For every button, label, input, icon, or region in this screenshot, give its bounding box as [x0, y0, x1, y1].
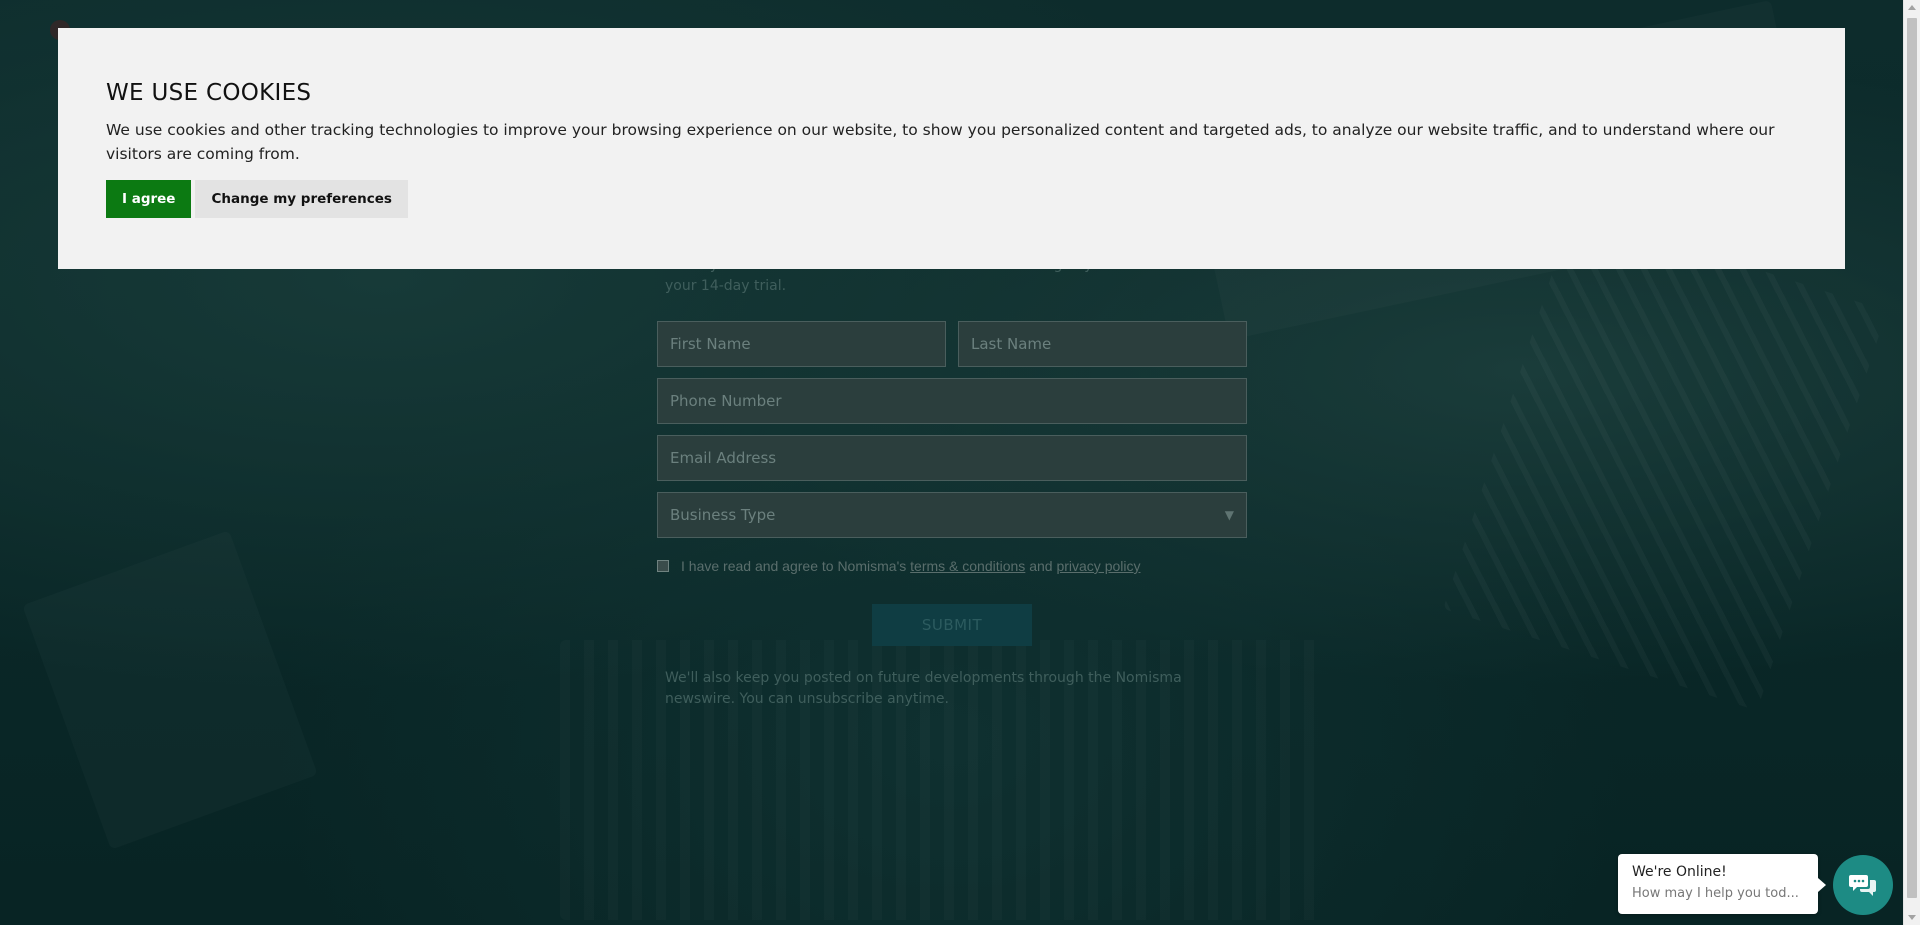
- chat-icon: [1849, 875, 1876, 896]
- email-address-placeholder: Email Address: [670, 449, 777, 467]
- scrollbar-thumb[interactable]: [1907, 18, 1917, 898]
- chat-title: We're Online!: [1632, 864, 1727, 880]
- scroll-up-arrow-icon[interactable]: [1908, 5, 1916, 10]
- chat-greeting-bubble[interactable]: We're Online! How may I help you tod...: [1618, 854, 1826, 914]
- trial-signup-form: Share your details and we'll be in touch…: [657, 255, 1247, 710]
- first-name-placeholder: First Name: [670, 335, 751, 353]
- business-type-placeholder: Business Type: [670, 506, 776, 524]
- chevron-down-icon: ▼: [1224, 508, 1234, 522]
- chat-launcher-button[interactable]: [1833, 855, 1893, 915]
- background-shape: [22, 530, 318, 850]
- business-type-select[interactable]: Business Type ▼: [657, 492, 1247, 538]
- consent-prefix: I have read and agree to Nomisma's: [681, 558, 907, 574]
- last-name-input[interactable]: Last Name: [958, 321, 1247, 367]
- first-name-input[interactable]: First Name: [657, 321, 946, 367]
- cookie-banner-title: WE USE COOKIES: [106, 80, 312, 106]
- cookie-banner-body: We use cookies and other tracking techno…: [106, 121, 1775, 163]
- terms-link[interactable]: terms & conditions: [910, 558, 1025, 574]
- submit-button[interactable]: SUBMIT: [872, 604, 1032, 646]
- chat-subtitle: How may I help you tod...: [1632, 886, 1799, 901]
- consent-checkbox[interactable]: [657, 560, 669, 572]
- agree-button[interactable]: I agree: [106, 180, 192, 218]
- cookie-banner: WE USE COOKIES We use cookies and other …: [58, 28, 1845, 269]
- background-shape: [1443, 209, 1887, 711]
- phone-number-input[interactable]: Phone Number: [657, 378, 1247, 424]
- consent-row: I have read and agree to Nomisma's terms…: [657, 558, 1247, 574]
- consent-and: and: [1029, 558, 1053, 574]
- cookie-banner-actions: I agree Change my preferences: [106, 180, 1797, 218]
- vertical-scrollbar[interactable]: [1903, 0, 1920, 925]
- newswire-note: We'll also keep you posted on future dev…: [665, 670, 1182, 707]
- last-name-placeholder: Last Name: [971, 335, 1052, 353]
- phone-number-placeholder: Phone Number: [670, 392, 782, 410]
- scroll-down-arrow-icon[interactable]: [1908, 915, 1916, 920]
- privacy-link[interactable]: privacy policy: [1056, 558, 1140, 574]
- change-preferences-button[interactable]: Change my preferences: [195, 180, 408, 218]
- email-address-input[interactable]: Email Address: [657, 435, 1247, 481]
